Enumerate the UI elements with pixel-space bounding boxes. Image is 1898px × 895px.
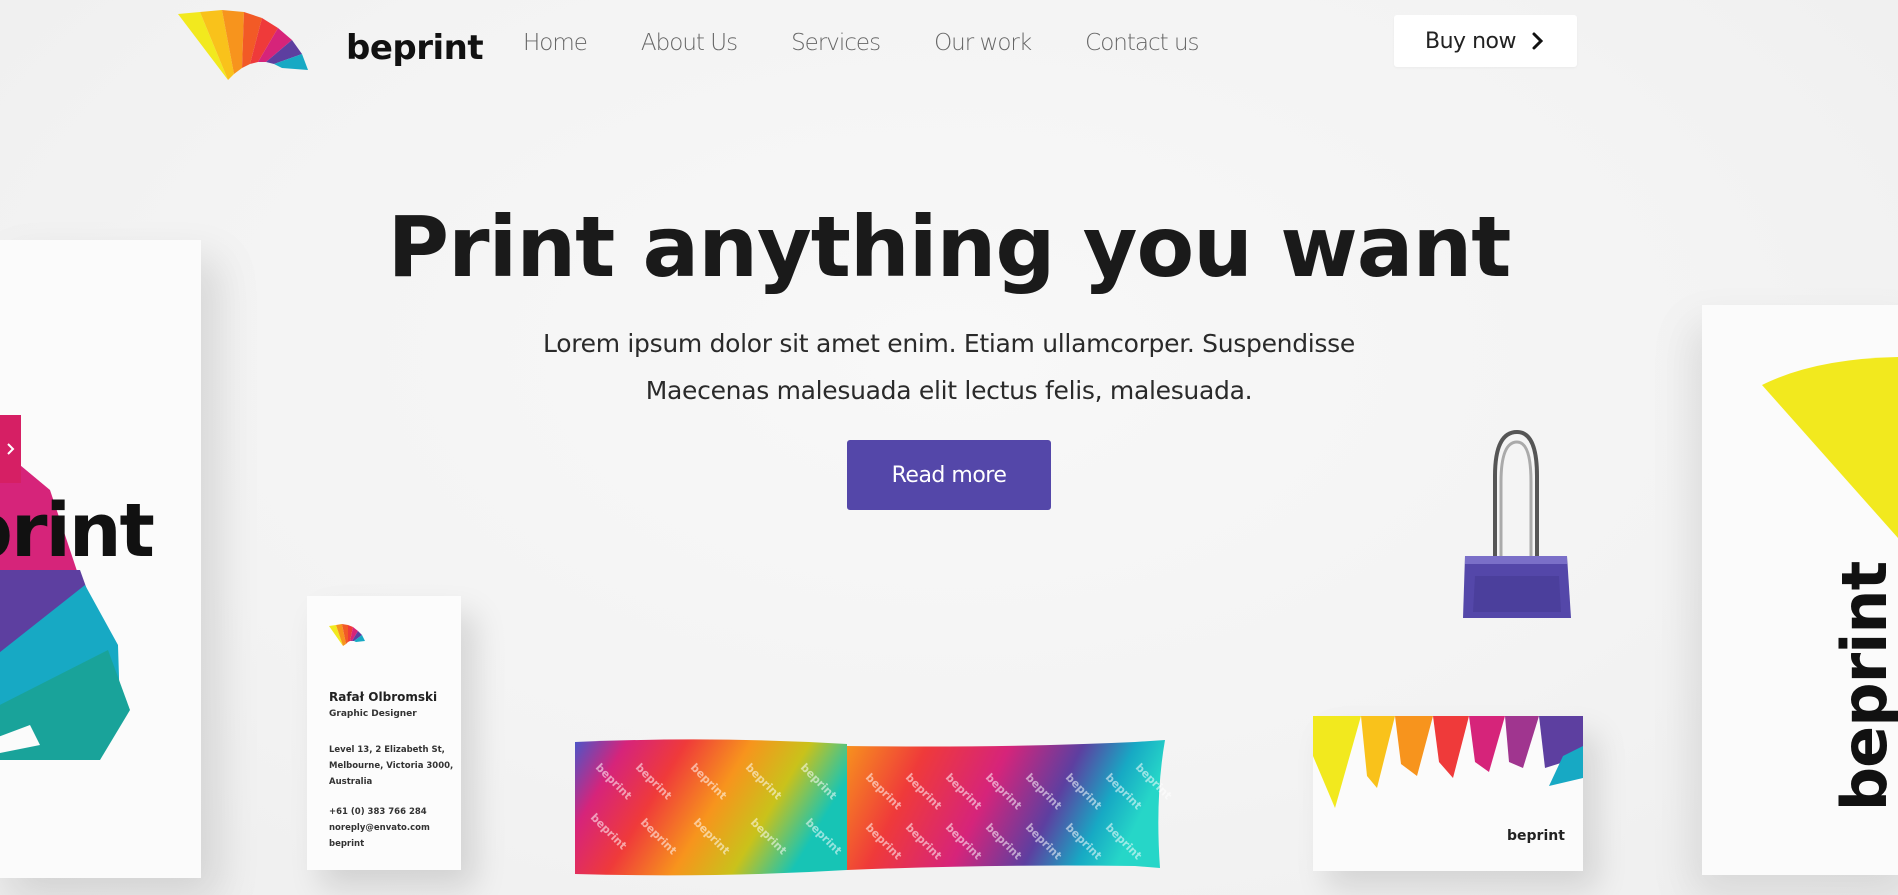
card-address-line: Australia (329, 777, 373, 787)
card-address-line: Melbourne, Victoria 3000, (329, 761, 454, 771)
main-nav: Home About Us Services Our work Contact … (523, 30, 1253, 56)
card-contact: +61 (0) 383 766 284 noreply@envato.com b… (329, 804, 430, 852)
chevron-right-icon (6, 443, 14, 455)
hero-title: Print anything you want (387, 198, 1512, 296)
card-holder-name: Rafał Olbromski (329, 690, 438, 704)
brand-name[interactable]: beprint (346, 28, 484, 68)
branded-tape-mockup: beprint beprint beprint beprint beprint … (575, 739, 1174, 876)
card-address: Level 13, 2 Elizabeth St, Melbourne, Vic… (329, 742, 454, 790)
card-email: noreply@envato.com (329, 823, 430, 833)
nav-services[interactable]: Services (791, 30, 881, 56)
left-poster-mockup: print (0, 240, 201, 878)
beprint-logo-icon (329, 624, 365, 646)
card-brand: beprint (329, 839, 365, 849)
card-address-line: Level 13, 2 Elizabeth St, (329, 745, 445, 755)
hero-subtitle: Lorem ipsum dolor sit amet enim. Etiam u… (474, 320, 1424, 414)
page: print beprint Home About Us Services Our… (0, 0, 1898, 895)
nav-home[interactable]: Home (523, 30, 588, 56)
card-phone: +61 (0) 383 766 284 (329, 807, 427, 817)
hero-subtitle-line-1: Lorem ipsum dolor sit amet enim. Etiam u… (543, 329, 1355, 358)
business-card-mockup: Rafał Olbromski Graphic Designer Level 1… (307, 596, 461, 870)
left-poster-word: print (0, 488, 155, 574)
right-poster-mockup: beprint (1702, 305, 1898, 875)
side-slider-arrow[interactable] (0, 415, 21, 483)
buy-now-label: Buy now (1425, 28, 1516, 54)
brand-card-word: beprint (1507, 828, 1565, 844)
beprint-logo-icon[interactable] (178, 10, 314, 92)
chevron-right-icon (1532, 32, 1544, 50)
nav-contact-us[interactable]: Contact us (1085, 30, 1199, 56)
binder-clip-icon (1463, 429, 1571, 618)
buy-now-button[interactable]: Buy now (1394, 15, 1577, 67)
brand-card-fan-graphic (1313, 716, 1583, 808)
nav-our-work[interactable]: Our work (934, 30, 1032, 56)
card-holder-role: Graphic Designer (329, 709, 417, 719)
right-poster-word: beprint (1828, 561, 1898, 812)
site-header: beprint Home About Us Services Our work … (0, 0, 1898, 90)
hero-subtitle-line-2: Maecenas malesuada elit lectus felis, ma… (645, 376, 1253, 405)
read-more-button[interactable]: Read more (847, 440, 1051, 510)
nav-about-us[interactable]: About Us (641, 30, 738, 56)
brand-card-mockup: beprint (1313, 716, 1583, 871)
